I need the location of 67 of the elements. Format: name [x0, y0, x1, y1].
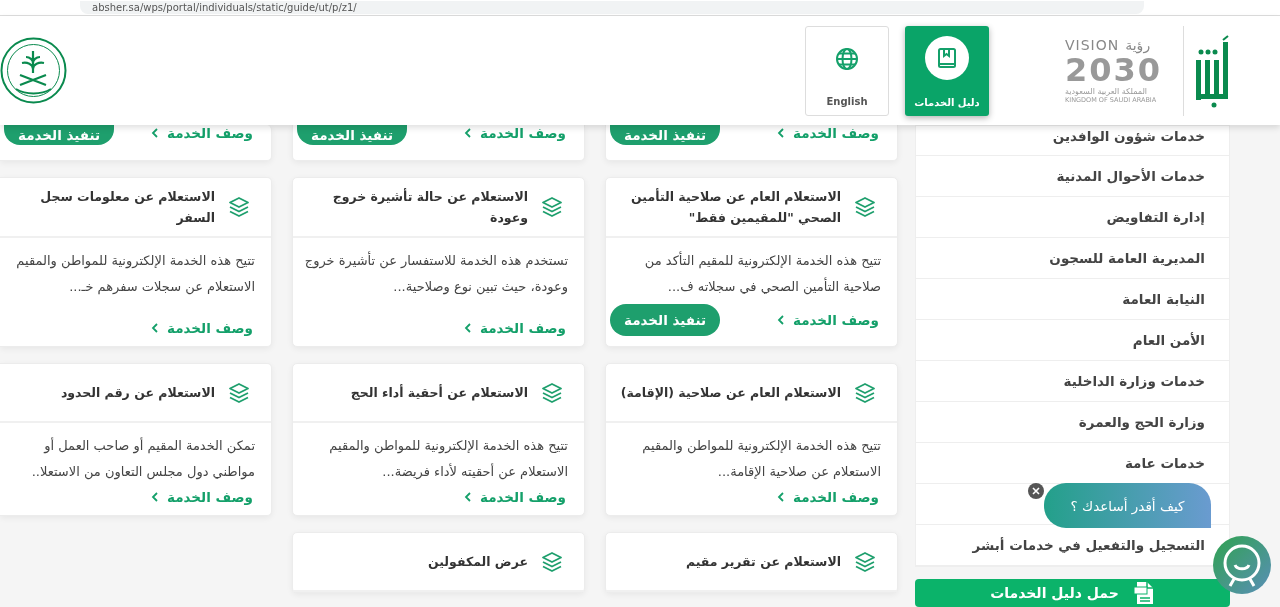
sidebar-item[interactable]: إدارة التفاويض — [1106, 209, 1205, 225]
close-icon — [1032, 487, 1040, 495]
chevron-icon — [777, 315, 785, 325]
execute-service-button[interactable]: تنفيذ الخدمة — [4, 125, 115, 145]
chevron-icon — [151, 492, 159, 502]
service-description-link[interactable]: وصف الخدمة — [464, 320, 566, 336]
service-description-link[interactable]: وصف الخدمة — [151, 320, 253, 336]
sidebar-item[interactable]: خدمات الأحوال المدنية — [1056, 168, 1205, 184]
vision-text: VISION — [1065, 37, 1120, 53]
address-bar[interactable]: absher.sa/wps/portal/individuals/static/guide/ut/p/z1/ — [80, 1, 1144, 14]
execute-service-button[interactable]: تنفيذ الخدمة — [610, 125, 721, 145]
service-description-link[interactable]: وصف الخدمة — [151, 125, 253, 141]
service-description: تمكن الخدمة المقيم أو صاحب العمل أو مواطني دول مجلس التعاون من الاستعلا.. — [30, 436, 256, 482]
service-description-link[interactable]: وصف الخدمة — [777, 312, 879, 328]
layers-icon — [853, 380, 877, 405]
vision-arabic-text: رؤية — [1125, 37, 1151, 53]
sidebar-item[interactable]: وزارة الحج والعمرة — [1078, 414, 1205, 430]
execute-service-button[interactable]: تنفيذ الخدمة — [297, 125, 408, 145]
sidebar-item[interactable]: النيابة العامة — [1122, 291, 1205, 307]
layers-icon — [853, 549, 877, 574]
service-description-link[interactable]: وصف الخدمة — [464, 125, 566, 141]
service-description: تتيح هذه الخدمة الإلكترونية للمواطن والمقيم الاستعلام عن أحقيته لأداء فريضة... — [328, 437, 569, 482]
kingdom-arabic-text: المملكة العربية السعودية — [1065, 87, 1148, 96]
service-description: تستخدم هذه الخدمة للاستفسار عن تأشيرة خروج وعودة، حيث تبين نوع وصلاحية... — [303, 250, 569, 297]
execute-service-button[interactable]: تنفيذ الخدمة — [610, 304, 721, 336]
service-description-link[interactable]: وصف الخدمة — [464, 489, 566, 505]
service-description-link[interactable]: وصف الخدمة — [777, 489, 879, 505]
layers-icon — [227, 195, 251, 219]
layers-icon — [853, 195, 877, 219]
chevron-icon — [464, 323, 472, 333]
service-description-link[interactable]: وصف الخدمة — [151, 489, 253, 505]
service-description: تتيح هذه الخدمة الإلكترونية للمقيم التأكد من صلاحية التأمين الصحي في سجلاته ف... — [643, 250, 882, 297]
chevron-icon — [151, 128, 159, 138]
layers-icon — [540, 195, 564, 219]
vision-year: 2030 — [1065, 53, 1163, 87]
sidebar-item[interactable]: الأمن العام — [1132, 332, 1205, 348]
chevron-icon — [464, 492, 472, 502]
service-title: الاستعلام العام عن صلاحية التأمين الصحي "للمقيمين فقط" — [630, 187, 841, 227]
sidebar-item[interactable]: خدمات وزارة الداخلية — [1063, 373, 1205, 389]
chevron-icon — [777, 128, 785, 138]
layers-icon — [227, 380, 251, 405]
service-title: الاستعلام عن تقرير مقيم — [685, 553, 841, 572]
book-icon — [935, 45, 959, 70]
service-title: الاستعلام عن رقم الحدود — [60, 384, 215, 403]
pdf-file-icon — [1132, 581, 1155, 605]
chat-prompt[interactable]: كيف أقدر أساعدك ؟ — [1044, 483, 1211, 528]
sidebar-item[interactable]: التسجيل والتفعيل في خدمات أبشر — [972, 537, 1205, 553]
service-title: الاستعلام عن أحقية أداء الحج — [350, 383, 528, 403]
services-guide-button[interactable]: دليل الخدمات — [905, 25, 989, 116]
service-title: الاستعلام العام عن صلاحية (الإقامة) — [620, 384, 841, 403]
sidebar-item[interactable]: المديرية العامة للسجون — [1049, 250, 1205, 266]
service-title: الاستعلام عن حالة تأشيرة خروج وعودة — [331, 187, 528, 227]
service-description-link[interactable]: وصف الخدمة — [777, 125, 879, 141]
service-title: عرض المكفولين — [428, 553, 528, 571]
sidebar-item[interactable]: خدمات عامة — [1124, 455, 1205, 471]
layers-icon — [540, 549, 564, 574]
service-description: تتيح هذه الخدمة الإلكترونية للمواطن والمقيم الاستعلام عن سجلات سفرهم خـ... — [15, 252, 256, 297]
chevron-icon — [464, 128, 472, 138]
service-description: تتيح هذه الخدمة الإلكترونية للمواطن والمقيم الاستعلام عن صلاحية الإقامة... — [641, 437, 882, 482]
layers-icon — [540, 380, 564, 405]
download-guide-button[interactable]: حمل دليل الخدمات — [915, 579, 1230, 607]
chevron-icon — [777, 492, 785, 502]
service-title: الاستعلام عن معلومات سجل السفر — [39, 188, 215, 227]
globe-icon — [835, 46, 859, 71]
sidebar-item[interactable]: خدمات شؤون الوافدين — [1052, 128, 1205, 144]
chevron-icon — [151, 323, 159, 333]
language-button[interactable]: English — [805, 25, 889, 116]
